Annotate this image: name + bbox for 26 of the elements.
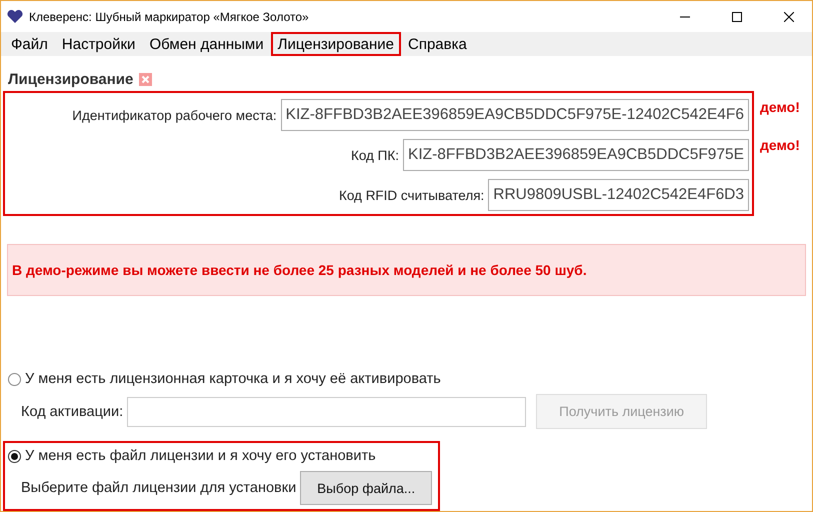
menu-item[interactable]: Обмен данными bbox=[142, 32, 271, 56]
window-title: Клеверенс: Шубный маркиратор «Мягкое Золото» bbox=[29, 10, 310, 24]
menu-item[interactable]: Файл bbox=[4, 32, 55, 56]
heart-logo-icon bbox=[7, 10, 23, 23]
option-label: У меня есть файл лицензии и я хочу его установить bbox=[25, 448, 376, 464]
field-label: Выберите файл лицензии для установки bbox=[21, 480, 296, 496]
section-title: Лицензирование bbox=[8, 70, 134, 88]
demo-note: демо! bbox=[760, 99, 800, 115]
field-label: Код RFID считывателя: bbox=[338, 188, 484, 202]
option-label: У меня есть лицензионная карточка и я хочу её активировать bbox=[25, 371, 441, 387]
field-label: Код активации: bbox=[21, 404, 124, 420]
radio-button[interactable] bbox=[8, 450, 21, 462]
activation-code-field[interactable] bbox=[127, 396, 526, 426]
demo-note: демо! bbox=[760, 137, 800, 153]
menu-item[interactable]: Лицензирование bbox=[270, 32, 401, 56]
field-label: Код ПК: bbox=[350, 148, 399, 162]
menu-item[interactable]: Настройки bbox=[54, 32, 142, 56]
id-field[interactable]: KIZ-8FFBD3B2AEE396859EA9CB5DDC5F975E bbox=[403, 139, 749, 171]
radio-button[interactable] bbox=[8, 372, 21, 386]
close-icon[interactable] bbox=[139, 72, 152, 86]
choose-file-button[interactable]: Выбор файла... bbox=[300, 471, 432, 505]
menu-item[interactable]: Справка bbox=[401, 32, 474, 56]
alert-message: В демо-режиме вы можете ввести не более 25 разных моделей и не более 50 шуб. bbox=[7, 244, 806, 296]
id-field[interactable]: KIZ-8FFBD3B2AEE396859EA9CB5DDC5F975E-12402C542E4F6 bbox=[280, 99, 749, 131]
id-field[interactable]: RRU9809USBL-12402C542E4F6D3 bbox=[488, 179, 749, 211]
field-label: Идентификатор рабочего места: bbox=[72, 108, 277, 122]
